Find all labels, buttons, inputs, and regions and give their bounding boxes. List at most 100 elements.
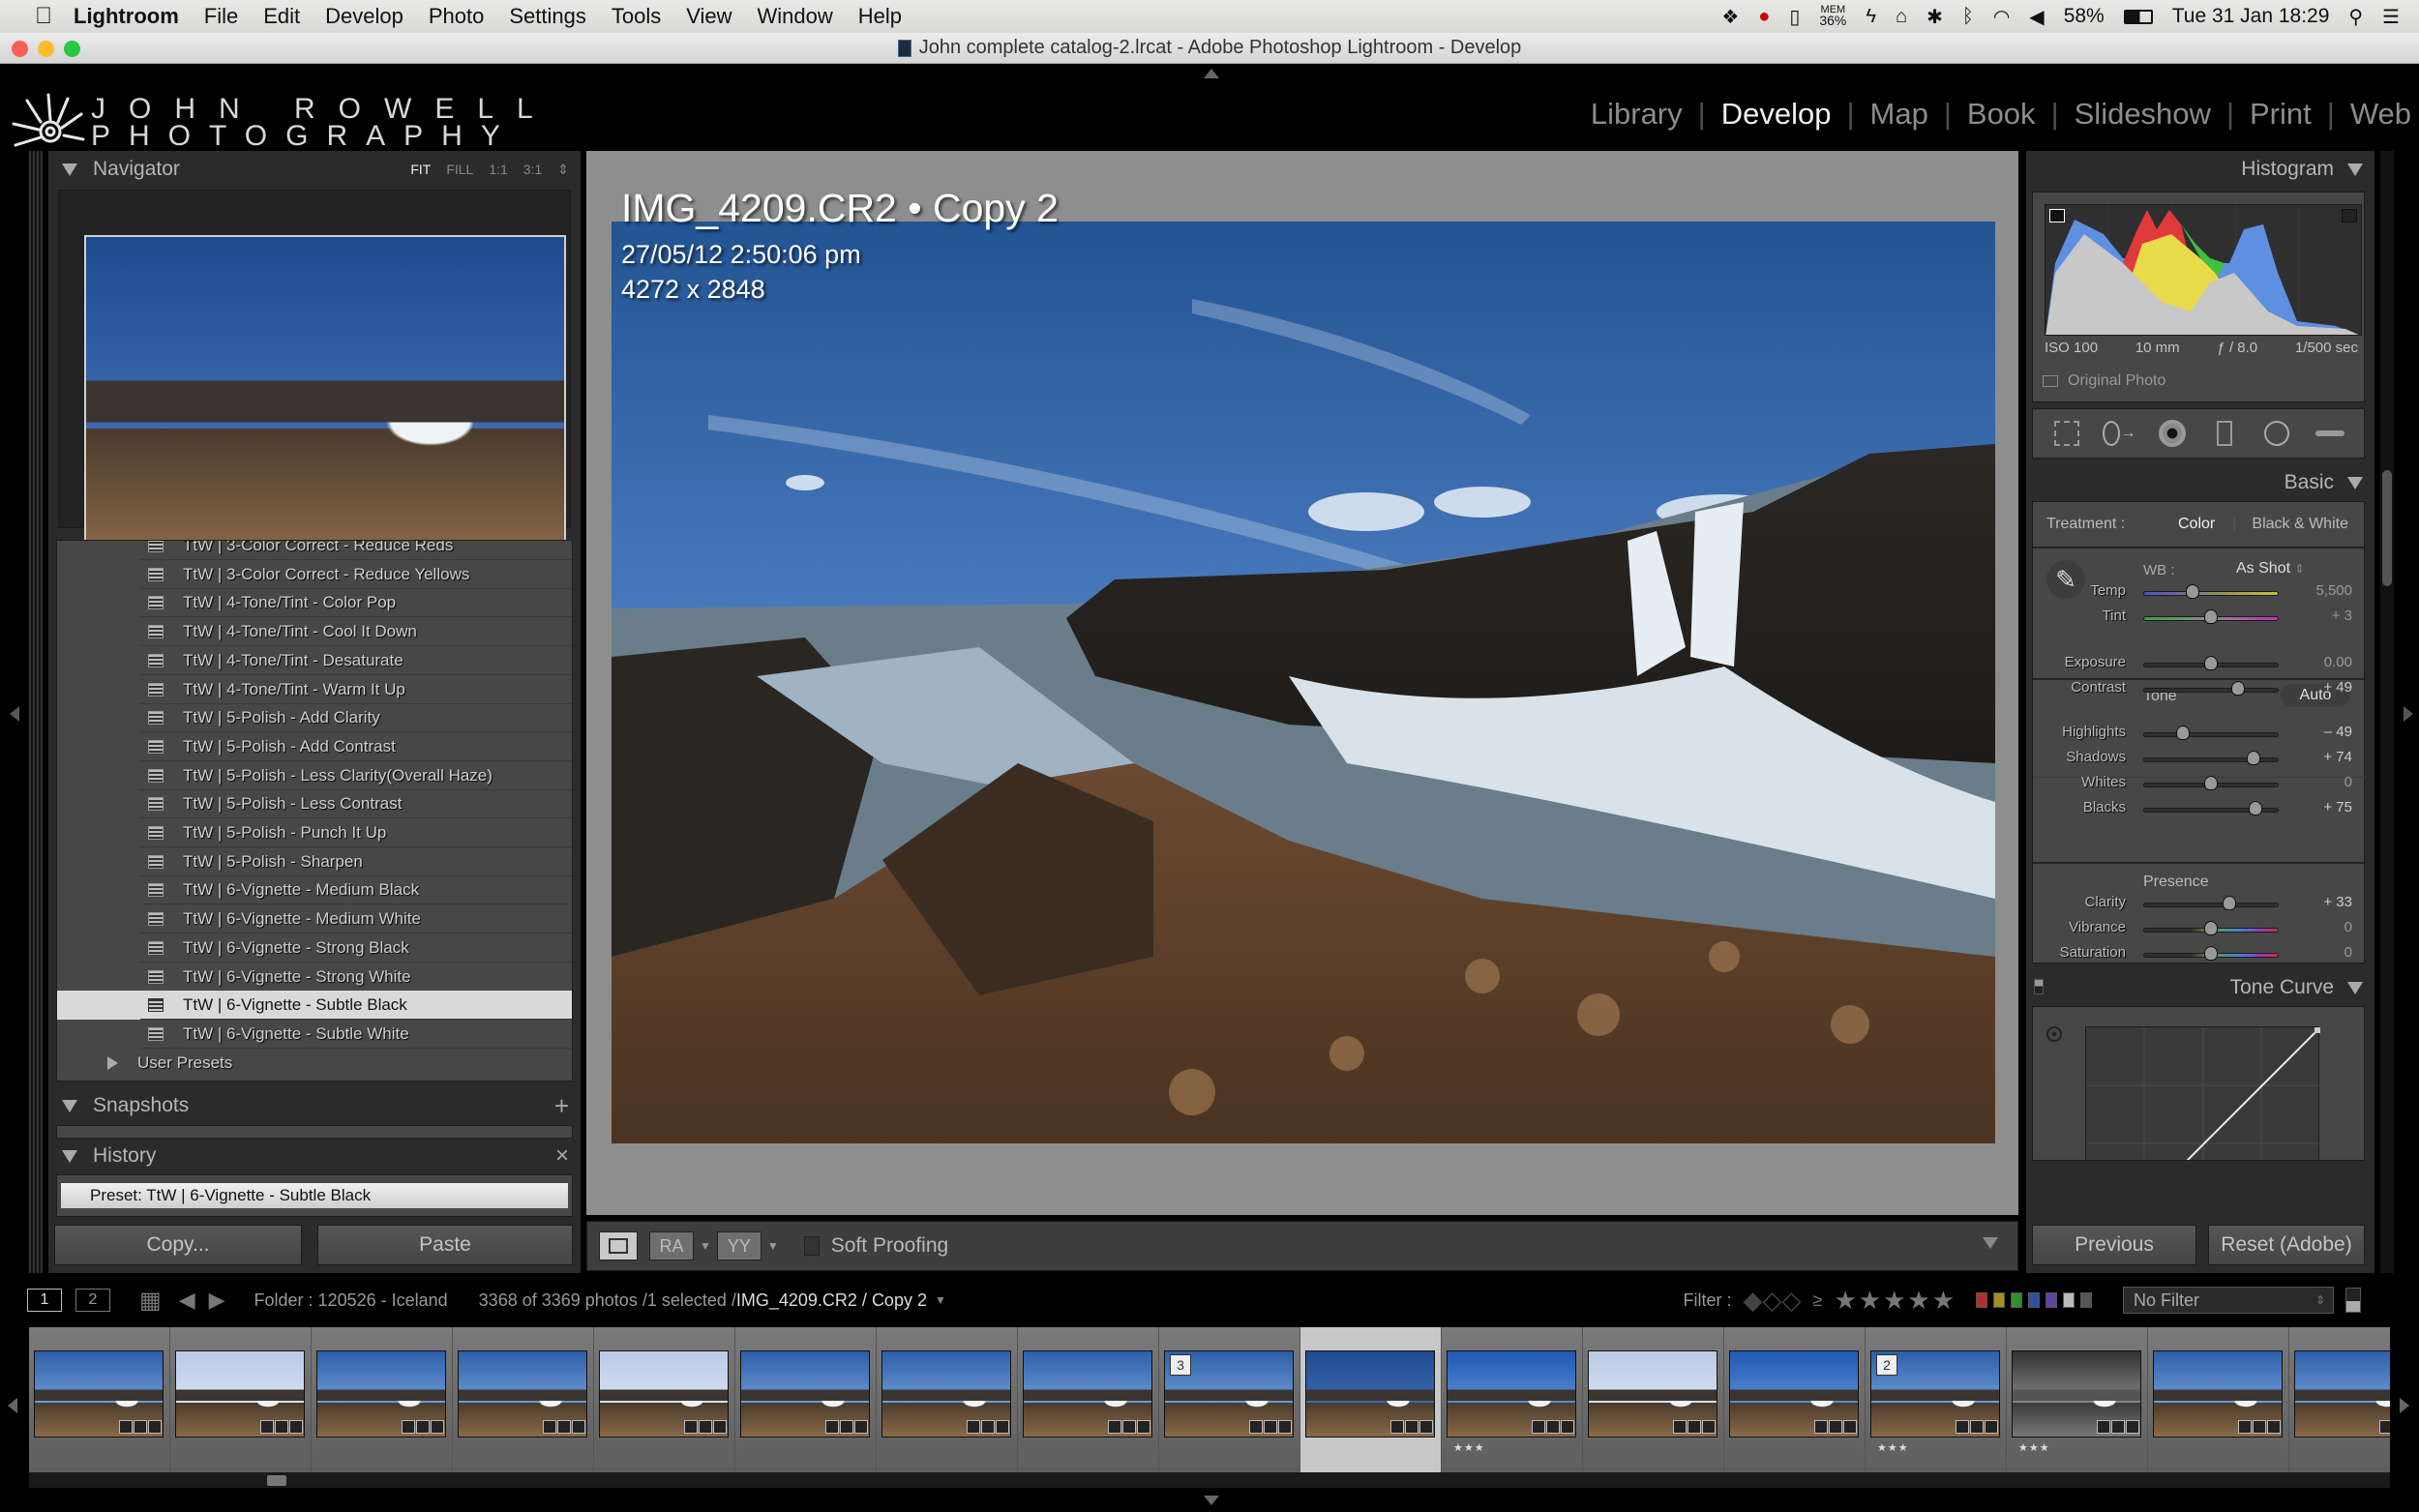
filmstrip-thumbnail[interactable]: ★★★ bbox=[1442, 1327, 1583, 1472]
preset-item[interactable]: TtW | 5-Polish - Punch It Up bbox=[57, 818, 572, 847]
collection-badge-icon[interactable] bbox=[134, 1420, 147, 1434]
keyword-badge-icon[interactable] bbox=[2379, 1420, 2390, 1434]
filter-lock-icon[interactable] bbox=[2345, 1288, 2361, 1313]
keyword-badge-icon[interactable] bbox=[1390, 1420, 1404, 1434]
collection-badge-icon[interactable] bbox=[840, 1420, 853, 1434]
treatment-color-option[interactable]: Color bbox=[2178, 516, 2215, 533]
notification-center-icon[interactable]: ☰ bbox=[2382, 5, 2400, 29]
slider-exposure[interactable] bbox=[2143, 656, 2279, 670]
crop-badge-icon[interactable] bbox=[1843, 1420, 1857, 1434]
slider-thumb[interactable] bbox=[2204, 609, 2218, 624]
keyword-badge-icon[interactable] bbox=[967, 1420, 980, 1434]
slider-highlights[interactable] bbox=[2143, 726, 2279, 740]
keyword-badge-icon[interactable] bbox=[543, 1420, 556, 1434]
scrollbar-thumb[interactable] bbox=[2382, 470, 2392, 586]
wifi-icon[interactable]: ◠ bbox=[1993, 5, 2010, 29]
preset-item[interactable]: TtW | 5-Polish - Add Contrast bbox=[57, 732, 572, 761]
collection-badge-icon[interactable] bbox=[699, 1420, 712, 1434]
paste-settings-button[interactable]: Paste bbox=[317, 1225, 573, 1265]
right-panel-scrollbar[interactable] bbox=[2380, 151, 2394, 1273]
crop-badge-icon[interactable] bbox=[1702, 1420, 1716, 1434]
module-develop[interactable]: Develop bbox=[1706, 97, 1847, 132]
keyword-badge-icon[interactable] bbox=[1673, 1420, 1687, 1434]
filmstrip-thumbnail[interactable] bbox=[1583, 1327, 1724, 1472]
slider-temp[interactable] bbox=[2143, 584, 2279, 599]
collapse-icon[interactable] bbox=[2347, 163, 2363, 176]
menu-tools[interactable]: Tools bbox=[612, 4, 661, 29]
filmstrip-thumbnail[interactable]: 2 ★★★ bbox=[1866, 1327, 2007, 1472]
color-label-filter-item[interactable] bbox=[2063, 1292, 2075, 1308]
collapse-icon[interactable] bbox=[2347, 981, 2363, 994]
slider-thumb[interactable] bbox=[2223, 896, 2237, 910]
crop-badge-icon[interactable] bbox=[1278, 1420, 1292, 1434]
module-map[interactable]: Map bbox=[1855, 97, 1944, 132]
red-eye-icon[interactable] bbox=[2156, 417, 2189, 450]
history-header[interactable]: History × bbox=[48, 1138, 581, 1174]
back-arrow-icon[interactable]: ◀ bbox=[179, 1288, 195, 1313]
collection-badge-icon[interactable] bbox=[1970, 1420, 1984, 1434]
crop-badge-icon[interactable] bbox=[996, 1420, 1009, 1434]
module-book[interactable]: Book bbox=[1952, 97, 2051, 132]
add-snapshot-button[interactable]: + bbox=[554, 1091, 569, 1121]
close-window-button[interactable] bbox=[12, 41, 28, 57]
preset-item[interactable]: TtW | 3-Color Correct - Reduce Yellows bbox=[57, 560, 572, 589]
slider-clarity[interactable] bbox=[2143, 896, 2279, 910]
forward-arrow-icon[interactable]: ▶ bbox=[209, 1288, 225, 1313]
rating-star-icon[interactable]: ★ bbox=[1907, 1286, 1929, 1316]
preset-item[interactable]: TtW | 6-Vignette - Strong White bbox=[57, 963, 572, 992]
filmstrip-thumbnail[interactable] bbox=[312, 1327, 453, 1472]
tone-curve-graph[interactable] bbox=[2085, 1026, 2321, 1160]
crop-badge-icon[interactable] bbox=[2126, 1420, 2139, 1434]
collection-badge-icon[interactable] bbox=[416, 1420, 430, 1434]
preset-item[interactable]: TtW | 3-Color Correct - Reduce Reds bbox=[57, 541, 572, 560]
highlight-clipping-toggle[interactable] bbox=[2342, 209, 2357, 222]
snapshots-header[interactable]: Snapshots + bbox=[48, 1087, 581, 1124]
thumbnail-image[interactable] bbox=[2294, 1350, 2390, 1438]
flag-filter-icon[interactable]: ◆◇◇ bbox=[1744, 1286, 1802, 1316]
bluetooth-icon[interactable]: ᛒ bbox=[1962, 6, 1974, 28]
slider-thumb[interactable] bbox=[2204, 776, 2218, 790]
slider-thumb[interactable] bbox=[2204, 946, 2218, 961]
filmstrip-thumbnail[interactable] bbox=[2148, 1327, 2289, 1472]
filmstrip-thumbnail[interactable] bbox=[29, 1327, 170, 1472]
basic-header[interactable]: Basic bbox=[2026, 464, 2374, 501]
preset-item[interactable]: TtW | 5-Polish - Sharpen bbox=[57, 847, 572, 876]
filmstrip-thumbnail[interactable]: ★★★ bbox=[2007, 1327, 2148, 1472]
keyword-badge-icon[interactable] bbox=[119, 1420, 133, 1434]
thumbnail-rating[interactable]: ★★★ bbox=[1453, 1441, 1485, 1454]
crop-badge-icon[interactable] bbox=[1137, 1420, 1150, 1434]
slider-value-temp[interactable]: 5,500 bbox=[2315, 582, 2352, 599]
menu-file[interactable]: File bbox=[204, 4, 238, 29]
keyword-badge-icon[interactable] bbox=[1956, 1420, 1969, 1434]
collection-badge-icon[interactable] bbox=[1687, 1420, 1701, 1434]
expand-icon[interactable] bbox=[107, 1055, 118, 1070]
user-presets-folder[interactable]: User Presets bbox=[57, 1049, 572, 1078]
crop-badge-icon[interactable] bbox=[854, 1420, 868, 1434]
slider-thumb[interactable] bbox=[2230, 681, 2245, 696]
filmstrip-thumbnail[interactable] bbox=[594, 1327, 735, 1472]
filmstrip-thumbnail[interactable] bbox=[453, 1327, 594, 1472]
preset-item[interactable]: TtW | 4-Tone/Tint - Desaturate bbox=[57, 646, 572, 675]
thumbnail-rating[interactable]: ★★★ bbox=[1877, 1441, 1909, 1454]
slider-thumb[interactable] bbox=[2204, 656, 2218, 670]
filmstrip-thumbnail[interactable] bbox=[877, 1327, 1018, 1472]
slider-blacks[interactable] bbox=[2143, 801, 2279, 815]
rating-star-icon[interactable]: ★ bbox=[1859, 1286, 1881, 1316]
reset-button[interactable]: Reset (Adobe) bbox=[2208, 1225, 2365, 1265]
collection-badge-icon[interactable] bbox=[2253, 1420, 2266, 1434]
zoom-option-fill[interactable]: FILL bbox=[446, 162, 473, 177]
bottom-panel-toggle-icon[interactable] bbox=[1204, 1496, 1219, 1505]
collection-badge-icon[interactable] bbox=[1546, 1420, 1560, 1434]
collection-badge-icon[interactable] bbox=[1405, 1420, 1419, 1434]
menu-settings[interactable]: Settings bbox=[509, 4, 586, 29]
slider-value-highlights[interactable]: – 49 bbox=[2324, 724, 2352, 740]
slider-saturation[interactable] bbox=[2143, 946, 2279, 961]
tone-curve-header[interactable]: Tone Curve bbox=[2026, 969, 2374, 1006]
preset-item[interactable]: TtW | 6-Vignette - Strong Black bbox=[57, 934, 572, 963]
preset-item[interactable]: TtW | 4-Tone/Tint - Color Pop bbox=[57, 588, 572, 618]
loupe-view-button[interactable] bbox=[599, 1231, 638, 1260]
slider-thumb[interactable] bbox=[2247, 751, 2261, 765]
filmstrip-thumbnail[interactable] bbox=[1300, 1327, 1442, 1472]
filmstrip-thumbnail[interactable] bbox=[1724, 1327, 1866, 1472]
slider-thumb[interactable] bbox=[2204, 921, 2218, 935]
